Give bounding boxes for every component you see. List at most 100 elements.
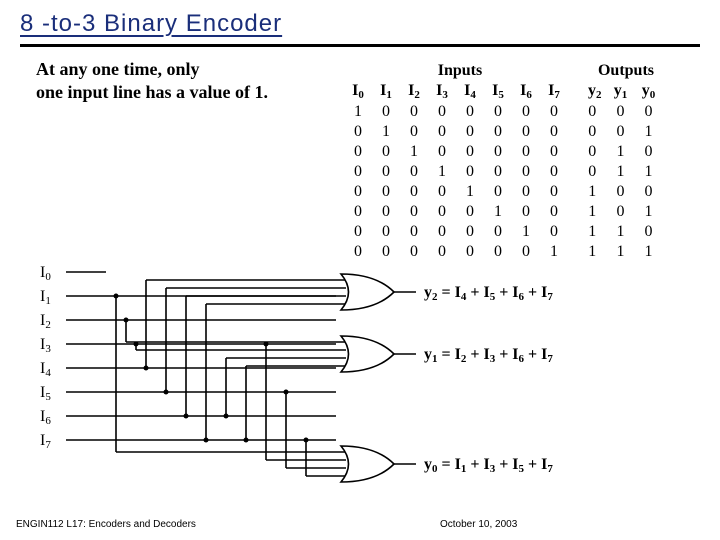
table-row: 00001000100 [344, 182, 663, 202]
table-row: 00010000011 [344, 162, 663, 182]
cell: 0 [540, 202, 569, 222]
cell: 0 [484, 142, 512, 162]
cell: 0 [540, 182, 569, 202]
cell: 1 [607, 142, 635, 162]
input-label: I0 [40, 264, 51, 282]
circuit-svg [36, 260, 666, 490]
slide: 8 -to-3 Binary Encoder At any one time, … [0, 0, 720, 540]
footer-right: October 10, 2003 [440, 519, 517, 530]
cell: 0 [456, 222, 484, 242]
cell: 0 [456, 202, 484, 222]
cell: 1 [400, 142, 428, 162]
header-outputs: Outputs [576, 62, 676, 80]
cell: 1 [569, 242, 607, 262]
description: At any one time, only one input line has… [36, 58, 268, 103]
table-row: 00000001111 [344, 242, 663, 262]
slide-title: 8 -to-3 Binary Encoder [0, 0, 720, 44]
title-rule [20, 44, 700, 47]
cell: 1 [569, 182, 607, 202]
input-label: I3 [40, 336, 51, 354]
col-header: I3 [428, 80, 456, 102]
cell: 1 [569, 202, 607, 222]
input-label: I4 [40, 360, 51, 378]
cell: 0 [400, 162, 428, 182]
cell: 0 [569, 162, 607, 182]
cell: 0 [428, 102, 456, 122]
cell: 0 [428, 122, 456, 142]
cell: 0 [484, 182, 512, 202]
cell: 0 [400, 182, 428, 202]
col-header: y1 [607, 80, 635, 102]
cell: 1 [512, 222, 540, 242]
cell: 0 [456, 242, 484, 262]
equation-y2: y2 = I4 + I5 + I6 + I7 [424, 284, 553, 302]
cell: 0 [428, 142, 456, 162]
cell: 0 [400, 122, 428, 142]
cell: 0 [635, 182, 663, 202]
cell: 1 [607, 222, 635, 242]
cell: 1 [540, 242, 569, 262]
truth-table-grid: I0I1I2I3I4I5I6I7y2y1y0 10000000000010000… [344, 80, 663, 262]
cell: 0 [607, 102, 635, 122]
cell: 0 [344, 162, 372, 182]
equation-y0: y0 = I1 + I3 + I5 + I7 [424, 456, 553, 474]
table-row: 00000100101 [344, 202, 663, 222]
cell: 0 [635, 142, 663, 162]
cell: 0 [512, 122, 540, 142]
col-header: I5 [484, 80, 512, 102]
cell: 1 [569, 222, 607, 242]
cell: 1 [635, 122, 663, 142]
cell: 1 [607, 242, 635, 262]
cell: 0 [344, 222, 372, 242]
col-header: I4 [456, 80, 484, 102]
cell: 0 [428, 242, 456, 262]
cell: 0 [484, 222, 512, 242]
cell: 0 [400, 242, 428, 262]
cell: 0 [512, 202, 540, 222]
col-header: I1 [372, 80, 400, 102]
cell: 0 [372, 242, 400, 262]
cell: 0 [456, 142, 484, 162]
footer-left: ENGIN112 L17: Encoders and Decoders [16, 519, 196, 530]
cell: 0 [484, 122, 512, 142]
input-label: I7 [40, 432, 51, 450]
cell: 0 [512, 242, 540, 262]
cell: 0 [512, 102, 540, 122]
cell: 0 [456, 102, 484, 122]
cell: 0 [607, 182, 635, 202]
cell: 0 [344, 142, 372, 162]
cell: 0 [484, 102, 512, 122]
cell: 0 [344, 202, 372, 222]
cell: 0 [456, 122, 484, 142]
cell: 0 [400, 202, 428, 222]
cell: 1 [428, 162, 456, 182]
cell: 0 [372, 202, 400, 222]
cell: 0 [569, 122, 607, 142]
cell: 1 [607, 162, 635, 182]
cell: 0 [540, 122, 569, 142]
cell: 0 [540, 142, 569, 162]
cell: 0 [607, 202, 635, 222]
table-row: 00100000010 [344, 142, 663, 162]
equation-y1: y1 = I2 + I3 + I6 + I7 [424, 346, 553, 364]
cell: 0 [372, 222, 400, 242]
cell: 0 [484, 242, 512, 262]
cell: 0 [372, 142, 400, 162]
cell: 1 [635, 202, 663, 222]
col-header: I6 [512, 80, 540, 102]
cell: 1 [372, 122, 400, 142]
cell: 0 [540, 102, 569, 122]
cell: 0 [540, 162, 569, 182]
col-header: I2 [400, 80, 428, 102]
cell: 0 [344, 122, 372, 142]
cell: 0 [569, 102, 607, 122]
description-line2: one input line has a value of 1. [36, 81, 268, 104]
description-line1: At any one time, only [36, 58, 268, 81]
input-label: I2 [40, 312, 51, 330]
cell: 0 [635, 102, 663, 122]
col-header: y2 [569, 80, 607, 102]
cell: 0 [344, 242, 372, 262]
cell: 1 [456, 182, 484, 202]
table-group-headers: Inputs Outputs [344, 62, 676, 80]
cell: 1 [484, 202, 512, 222]
